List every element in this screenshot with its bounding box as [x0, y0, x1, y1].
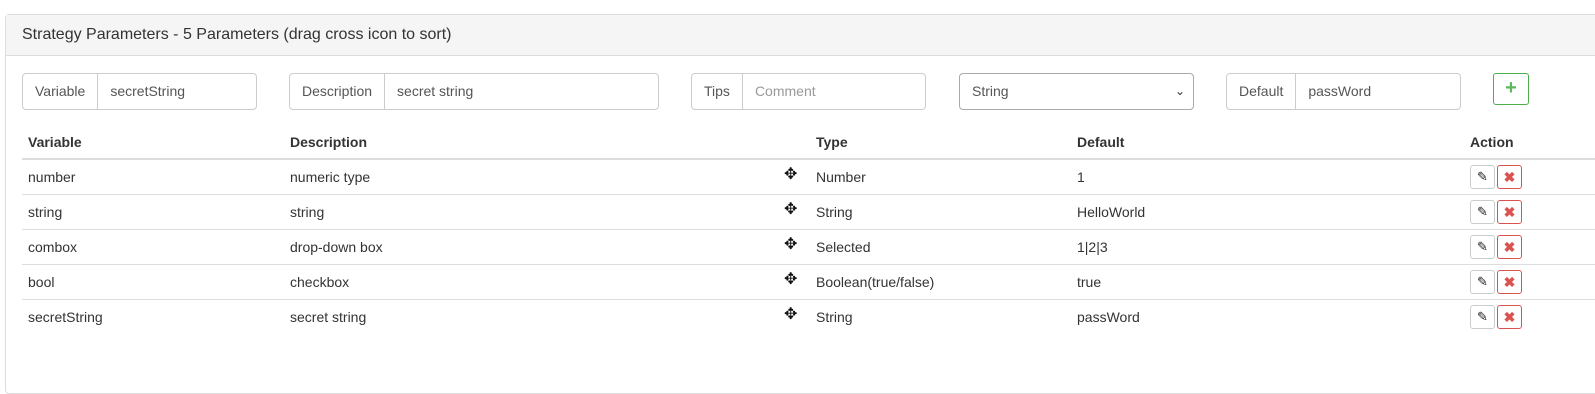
header-action: Action	[1464, 131, 1595, 160]
table-row: string string ✥ String HelloWorld ✎ ✖	[22, 194, 1595, 230]
cell-type: Boolean(true/false)	[816, 273, 935, 290]
move-icon[interactable]: ✥	[784, 167, 797, 183]
close-icon: ✖	[1503, 203, 1516, 220]
add-parameter-form: Variable secretString Description secret…	[6, 73, 1595, 111]
default-input[interactable]: passWord	[1296, 73, 1461, 110]
variable-input-group: Variable secretString	[22, 73, 257, 110]
cell-variable: combox	[22, 229, 284, 265]
edit-button[interactable]: ✎	[1470, 269, 1495, 294]
plus-icon: +	[1505, 77, 1517, 99]
delete-button[interactable]: ✖	[1497, 304, 1522, 329]
variable-input[interactable]: secretString	[98, 73, 257, 110]
cell-variable: bool	[22, 264, 284, 300]
header-description: Description	[284, 131, 810, 160]
cell-type: Number	[816, 168, 866, 185]
description-input[interactable]: secret string	[385, 73, 659, 110]
description-label: Description	[289, 73, 386, 110]
type-select[interactable]: String ⌄	[959, 73, 1194, 110]
parameters-table: Variable Description Type Default Action…	[22, 131, 1595, 334]
table-row: number numeric type ✥ Number 1 ✎ ✖	[22, 159, 1595, 195]
edit-button[interactable]: ✎	[1470, 199, 1495, 224]
pencil-icon: ✎	[1477, 168, 1488, 184]
cell-type: String	[816, 308, 853, 325]
add-parameter-button[interactable]: +	[1493, 73, 1529, 105]
move-icon[interactable]: ✥	[784, 306, 797, 323]
tips-label: Tips	[691, 73, 743, 110]
description-input-group: Description secret string	[289, 73, 659, 110]
cell-description: secret string	[290, 308, 367, 325]
delete-button[interactable]: ✖	[1497, 164, 1522, 189]
strategy-parameters-panel: Strategy Parameters - 5 Parameters (drag…	[5, 14, 1595, 394]
cell-description: checkbox	[284, 264, 810, 300]
delete-button[interactable]: ✖	[1497, 199, 1522, 224]
edit-button[interactable]: ✎	[1470, 234, 1495, 259]
cell-description: drop-down box	[284, 229, 810, 265]
move-icon[interactable]: ✥	[784, 236, 797, 253]
type-select-value: String	[972, 83, 1009, 99]
table-row: combox drop-down box ✥ Selected 1|2|3 ✎ ✖	[22, 229, 1595, 265]
table-row: secretString secret string ✥ String pass…	[22, 299, 1595, 334]
pencil-icon: ✎	[1477, 238, 1488, 254]
pencil-icon: ✎	[1477, 308, 1488, 324]
cell-default: passWord	[1077, 308, 1140, 325]
close-icon: ✖	[1503, 238, 1516, 255]
cell-variable: string	[22, 194, 284, 230]
tips-input-group: Tips Comment	[691, 73, 926, 110]
move-icon[interactable]: ✥	[784, 271, 797, 288]
header-default: Default	[1071, 131, 1464, 160]
cell-default: true	[1071, 264, 1464, 300]
move-icon[interactable]: ✥	[784, 201, 797, 218]
delete-button[interactable]: ✖	[1497, 269, 1522, 294]
table-row: bool checkbox ✥ Boolean(true/false) true…	[22, 264, 1595, 300]
edit-button[interactable]: ✎	[1470, 304, 1495, 329]
header-variable: Variable	[22, 131, 284, 160]
default-label: Default	[1226, 73, 1297, 110]
cell-description: string	[284, 194, 810, 230]
cell-type: String	[816, 203, 853, 220]
cell-variable: number	[22, 159, 284, 195]
delete-button[interactable]: ✖	[1497, 234, 1522, 259]
panel-title: Strategy Parameters - 5 Parameters (drag…	[6, 15, 1595, 56]
cell-default: HelloWorld	[1071, 194, 1464, 230]
default-input-group: Default passWord	[1226, 73, 1461, 110]
close-icon: ✖	[1503, 168, 1516, 185]
variable-label: Variable	[22, 73, 99, 110]
cell-type: Selected	[816, 238, 871, 255]
pencil-icon: ✎	[1477, 203, 1488, 219]
cell-default: 1|2|3	[1071, 229, 1464, 265]
edit-button[interactable]: ✎	[1470, 164, 1495, 189]
tips-input[interactable]: Comment	[742, 73, 926, 110]
cell-variable: secretString	[28, 308, 103, 325]
chevron-down-icon: ⌄	[1174, 84, 1185, 98]
close-icon: ✖	[1503, 308, 1516, 325]
cell-description: numeric type	[284, 159, 810, 195]
table-header-row: Variable Description Type Default Action	[22, 131, 1595, 160]
pencil-icon: ✎	[1477, 273, 1488, 289]
cell-default: 1	[1071, 159, 1464, 195]
close-icon: ✖	[1503, 273, 1516, 290]
header-type: Type	[810, 131, 1071, 160]
